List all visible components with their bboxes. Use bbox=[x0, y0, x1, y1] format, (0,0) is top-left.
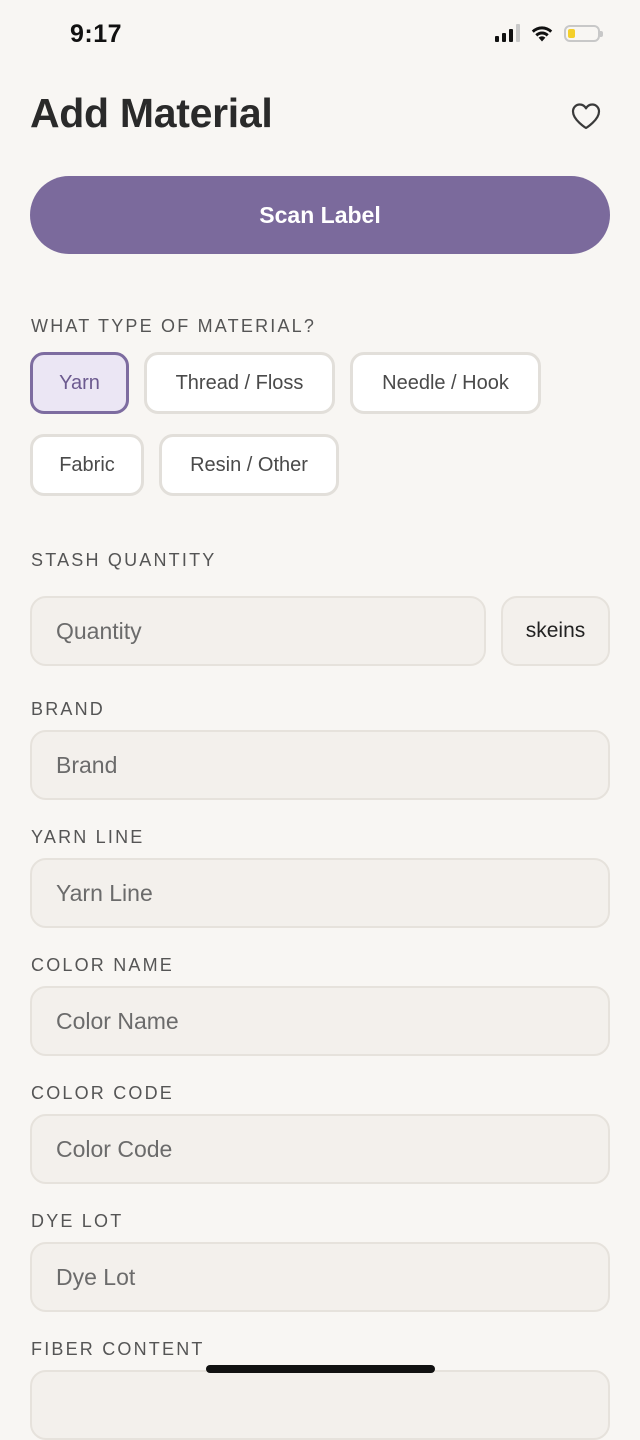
status-bar: 9:17 bbox=[0, 0, 640, 72]
home-indicator bbox=[206, 1365, 435, 1373]
color-code-input[interactable] bbox=[56, 1135, 584, 1163]
chip-resin-other[interactable]: Resin / Other bbox=[159, 434, 339, 496]
color-code-label: COLOR CODE bbox=[31, 1083, 175, 1103]
dye-lot-input[interactable] bbox=[56, 1263, 584, 1291]
material-type-label: WHAT TYPE OF MATERIAL? bbox=[31, 316, 317, 336]
wifi-icon bbox=[531, 26, 553, 42]
unit-select[interactable]: skeins bbox=[501, 596, 610, 666]
brand-input[interactable] bbox=[56, 751, 584, 779]
chip-needle-hook[interactable]: Needle / Hook bbox=[350, 352, 541, 414]
chip-thread-floss[interactable]: Thread / Floss bbox=[144, 352, 335, 414]
quantity-input[interactable] bbox=[56, 617, 460, 645]
dye-lot-label: DYE LOT bbox=[31, 1211, 124, 1231]
fiber-content-label: FIBER CONTENT bbox=[31, 1339, 205, 1359]
battery-icon bbox=[564, 24, 603, 42]
scan-label-button[interactable]: Scan Label bbox=[30, 176, 610, 254]
brand-label: BRAND bbox=[31, 699, 106, 719]
color-name-label: COLOR NAME bbox=[31, 955, 175, 975]
yarn-line-input[interactable] bbox=[56, 879, 584, 907]
heart-outline-icon bbox=[571, 103, 601, 130]
chip-yarn[interactable]: Yarn bbox=[30, 352, 129, 414]
favorite-button[interactable] bbox=[568, 98, 604, 134]
color-code-field bbox=[30, 1114, 610, 1184]
yarn-line-field bbox=[30, 858, 610, 928]
page-title: Add Material bbox=[30, 90, 273, 136]
chip-fabric[interactable]: Fabric bbox=[30, 434, 144, 496]
quantity-field bbox=[30, 596, 486, 666]
battery-level bbox=[568, 28, 575, 38]
yarn-line-label: YARN LINE bbox=[31, 827, 145, 847]
stash-quantity-label: STASH QUANTITY bbox=[31, 550, 217, 570]
status-icons bbox=[495, 24, 603, 42]
status-time: 9:17 bbox=[70, 20, 123, 48]
cellular-signal-icon bbox=[495, 24, 520, 42]
fiber-content-field[interactable] bbox=[30, 1370, 610, 1440]
color-name-field bbox=[30, 986, 610, 1056]
dye-lot-field bbox=[30, 1242, 610, 1312]
color-name-input[interactable] bbox=[56, 1007, 584, 1035]
brand-field bbox=[30, 730, 610, 800]
